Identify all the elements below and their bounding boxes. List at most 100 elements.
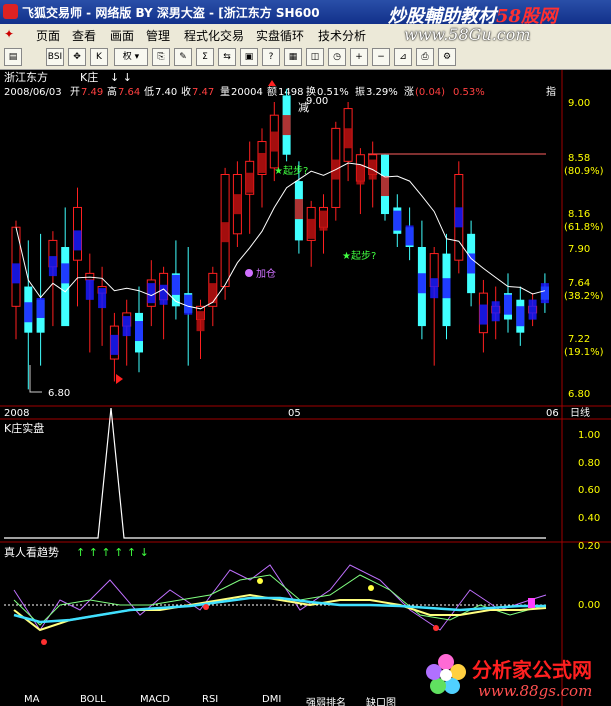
measure-button[interactable]: ⊿ <box>394 48 412 66</box>
panel3-cyan-line <box>13 596 546 624</box>
info-amount-label: 额 <box>267 85 277 98</box>
panel3-arrows: ↑ ↑ ↑ ↑ ↑ ↓ <box>76 546 149 559</box>
menu-page[interactable]: 页面 <box>36 27 60 44</box>
info-bar: 2008/06/03 开 7.49 高 7.64 低 7.40 收 7.47 量… <box>4 85 556 98</box>
info-amplitude: 3.29% <box>366 87 398 98</box>
title-bar: 飞狐交易师 - 网络版 BY 深男大盗 - [浙江东方 SH600 炒股輔助教材… <box>0 0 611 27</box>
info-change-pct: 0.53% <box>453 87 485 98</box>
kz-band-block <box>98 288 107 309</box>
tab-strength-rank[interactable]: 强弱排名 <box>306 694 346 706</box>
move-button[interactable]: ✥ <box>68 48 86 66</box>
bsi-button[interactable]: BSI <box>46 48 64 66</box>
menu-manage[interactable]: 管理 <box>146 27 170 44</box>
annotation-low-mark: 6.80 <box>48 388 70 399</box>
kz-band-block <box>282 115 291 136</box>
print-button[interactable]: ⎙ <box>416 48 434 66</box>
info-low-label: 低 <box>144 85 154 98</box>
tab-gap-chart[interactable]: 缺口图 <box>366 694 396 706</box>
kz-band-block <box>159 284 168 305</box>
kz-band-block <box>528 299 537 320</box>
watermark-url: www.58Gu.com <box>404 25 531 44</box>
overlay-button[interactable]: ◫ <box>306 48 324 66</box>
tab-ma[interactable]: MA <box>24 694 39 705</box>
info-close: 7.47 <box>192 87 214 98</box>
annotation-add: 加仓 <box>256 267 276 280</box>
tab-boll[interactable]: BOLL <box>80 694 106 705</box>
zoom-out-button[interactable]: − <box>372 48 390 66</box>
k-button[interactable]: K <box>90 48 108 66</box>
kz-band-block <box>233 194 242 215</box>
compare-button[interactable]: ⇆ <box>218 48 236 66</box>
tab-rsi[interactable]: RSI <box>202 694 218 705</box>
menu-program-trading[interactable]: 程式化交易 <box>184 27 244 44</box>
info-open: 7.49 <box>81 87 103 98</box>
bottom-watermark-url: www.88gs.com <box>478 682 593 700</box>
menu-screen[interactable]: 画面 <box>110 27 134 44</box>
info-low: 7.40 <box>155 87 177 98</box>
menu-tech-analysis[interactable]: 技术分析 <box>318 27 366 44</box>
price-label-7.22: 7.22 <box>568 334 590 345</box>
kz-band-block <box>294 199 303 220</box>
settings-button[interactable]: ⚙ <box>438 48 456 66</box>
menu-logo-icon[interactable]: ✦ <box>4 27 14 41</box>
kz-band-block <box>12 263 20 284</box>
menu-view[interactable]: 查看 <box>72 27 96 44</box>
tab-macd[interactable]: MACD <box>140 694 170 705</box>
kz-band-block <box>208 283 217 304</box>
panel2-axis: 1.00 0.80 0.60 0.40 0.20 <box>578 430 600 552</box>
kz-band-block <box>221 222 230 243</box>
chart-area[interactable]: 浙江东方 K庄 ↓ ↓ 2008/06/03 开 7.49 高 7.64 低 7… <box>0 70 611 706</box>
panel2-label-0.40: 0.40 <box>578 513 600 524</box>
panel3-yellow-dot-1 <box>257 578 263 584</box>
time-label-2008: 2008 <box>4 408 29 419</box>
kz-band-block <box>307 218 316 239</box>
bottom-watermark: 分析家公式网 www.88gs.com <box>420 650 610 706</box>
price-label-8.16: 8.16 <box>568 209 590 220</box>
fullscreen-button[interactable]: ▣ <box>240 48 258 66</box>
annotation-high-mark: 9.00 <box>306 96 328 107</box>
app-logo-icon <box>3 4 18 19</box>
price-label-38.2: (38.2%) <box>564 291 604 302</box>
open-button[interactable]: ▤ <box>4 48 22 66</box>
kz-band-block <box>479 304 488 325</box>
copy-button[interactable]: ⎘ <box>152 48 170 66</box>
kz-band-block <box>393 210 402 231</box>
panel2-label-0.20: 0.20 <box>578 541 600 552</box>
candle-body <box>61 247 70 327</box>
kz-band-block <box>442 278 451 299</box>
stats-button[interactable]: Σ <box>196 48 214 66</box>
menu-live-trading[interactable]: 实盘循环 <box>256 27 304 44</box>
kz-band-block <box>491 301 500 322</box>
indicator-arrows: ↓ ↓ <box>110 71 132 84</box>
info-high: 7.64 <box>118 87 140 98</box>
annotation-start-1: ★起步? <box>274 165 308 177</box>
kz-band-block <box>171 274 180 295</box>
toolbar: ▤ BSI ✥ K 权 ▾ ⎘ ✎ Σ ⇆ ▣ ? ▦ ◫ ◷ + − ⊿ ⎙ … <box>0 44 611 70</box>
panel3-red-dot-1 <box>41 639 47 645</box>
tab-dmi[interactable]: DMI <box>262 694 281 705</box>
stock-name: 浙江东方 <box>4 70 48 84</box>
kz-band-block <box>467 253 476 274</box>
add-position-dot <box>245 269 253 277</box>
info-open-label: 开 <box>70 87 80 98</box>
weight-select[interactable]: 权 ▾ <box>114 48 148 66</box>
window-button[interactable]: ▦ <box>284 48 302 66</box>
price-label-19.1: (19.1%) <box>564 347 604 358</box>
panel3-red-dot-2 <box>203 604 209 610</box>
panel2-signal-line <box>4 407 546 539</box>
kz-band-block <box>344 128 353 149</box>
info-high-label: 高 <box>107 85 117 98</box>
draw-button[interactable]: ✎ <box>174 48 192 66</box>
help-button[interactable]: ? <box>262 48 280 66</box>
window-title: 飞狐交易师 - 网络版 BY 深男大盗 - [浙江东方 SH600 <box>22 6 320 20</box>
kz-band-block <box>61 263 70 284</box>
panel3-red-dot-3 <box>433 625 439 631</box>
info-change-label: 涨 <box>404 86 414 98</box>
kz-band-block <box>24 302 33 323</box>
period-button[interactable]: ◷ <box>328 48 346 66</box>
zoom-in-button[interactable]: + <box>350 48 368 66</box>
panel3-yellow-dot-2 <box>368 585 374 591</box>
kz-band-block <box>405 225 414 246</box>
period-label[interactable]: 日线 <box>570 406 590 419</box>
info-change: (0.04) <box>415 87 445 98</box>
